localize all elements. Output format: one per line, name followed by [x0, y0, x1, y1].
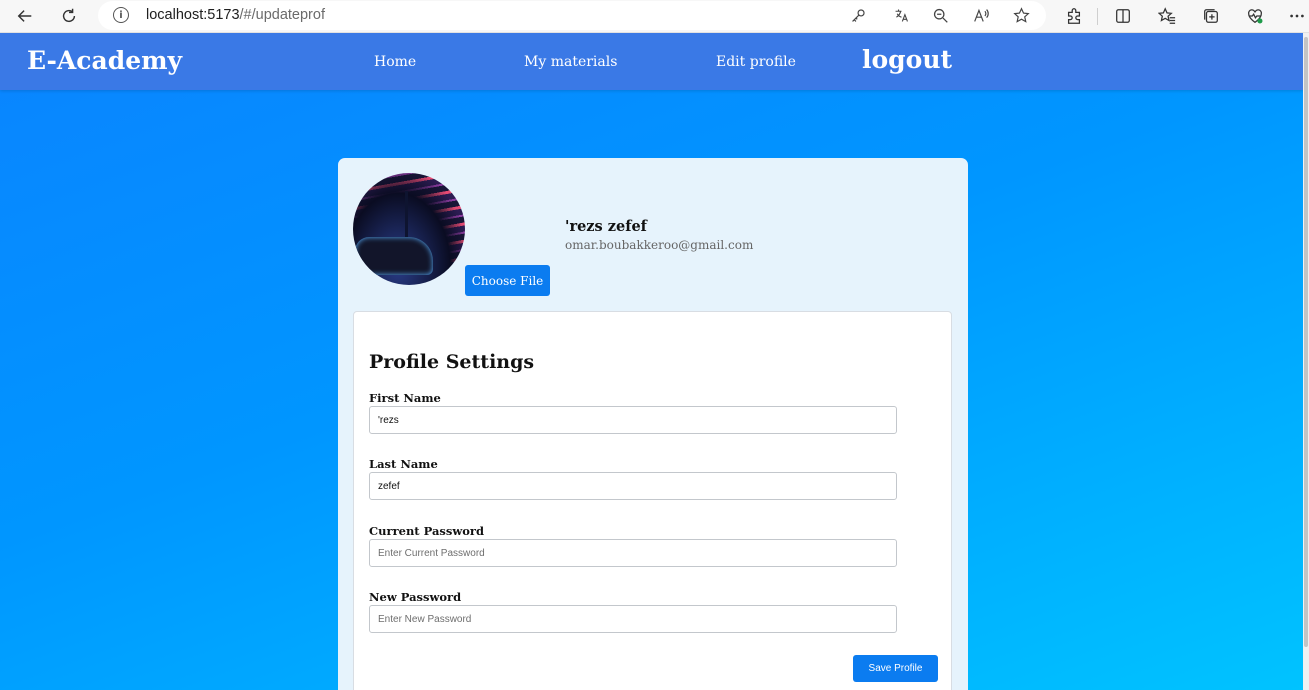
current-password-input[interactable]: [369, 539, 897, 567]
nav-link-home[interactable]: Home: [374, 54, 416, 70]
read-aloud-icon[interactable]: [971, 5, 991, 25]
profile-name: 'rezs zefef: [565, 218, 647, 235]
split-screen-icon[interactable]: [1111, 4, 1135, 28]
settings-title: Profile Settings: [369, 351, 535, 373]
key-icon[interactable]: [848, 5, 868, 25]
more-options-icon[interactable]: [1285, 4, 1309, 28]
new-password-input[interactable]: [369, 605, 897, 633]
last-name-input[interactable]: [369, 472, 897, 500]
brand-logo[interactable]: E-Academy: [27, 46, 182, 75]
back-arrow-icon[interactable]: [11, 2, 39, 30]
profile-settings-panel: Profile Settings First Name Last Name Cu…: [353, 311, 952, 690]
avatar: [353, 173, 465, 285]
logout-link[interactable]: logout: [862, 45, 952, 74]
site-info-icon[interactable]: i: [113, 7, 129, 23]
profile-card: Choose File 'rezs zefef omar.boubakkeroo…: [338, 158, 968, 690]
profile-email: omar.boubakkeroo@gmail.com: [565, 238, 754, 252]
nav-link-my-materials[interactable]: My materials: [524, 54, 617, 70]
avatar-car-shape: [355, 237, 433, 275]
favorite-star-icon[interactable]: [1011, 5, 1031, 25]
nav-link-edit-profile[interactable]: Edit profile: [716, 54, 796, 70]
zoom-out-icon[interactable]: [930, 5, 950, 25]
translate-icon[interactable]: [891, 5, 911, 25]
browser-toolbar: i localhost:5173/#/updateprof: [0, 0, 1309, 33]
save-profile-button[interactable]: Save Profile: [853, 655, 938, 682]
current-password-label: Current Password: [369, 524, 485, 538]
address-bar[interactable]: i localhost:5173/#/updateprof: [98, 1, 1046, 30]
scrollbar-thumb[interactable]: [1304, 37, 1308, 647]
new-password-label: New Password: [369, 590, 462, 604]
collections-icon[interactable]: [1199, 4, 1223, 28]
toolbar-divider: [1097, 8, 1098, 25]
navbar: E-Academy Home My materials Edit profile…: [0, 33, 1303, 90]
extensions-icon[interactable]: [1062, 4, 1086, 28]
page-viewport: E-Academy Home My materials Edit profile…: [0, 33, 1303, 690]
browser-essentials-icon[interactable]: [1243, 4, 1267, 28]
url-text[interactable]: localhost:5173/#/updateprof: [146, 7, 325, 23]
favorites-icon[interactable]: [1155, 4, 1179, 28]
first-name-label: First Name: [369, 391, 441, 405]
first-name-input[interactable]: [369, 406, 897, 434]
scrollbar[interactable]: [1303, 33, 1309, 690]
choose-file-button[interactable]: Choose File: [465, 265, 550, 296]
last-name-label: Last Name: [369, 457, 438, 471]
refresh-icon[interactable]: [55, 2, 83, 30]
